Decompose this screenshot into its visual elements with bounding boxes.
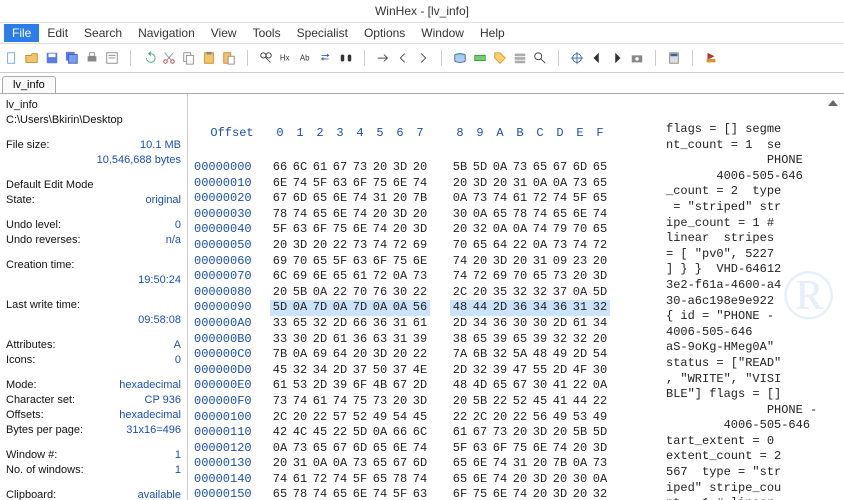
- clipboard-label: Clipboard:: [6, 488, 56, 500]
- tab-bar: lv_info: [0, 73, 844, 94]
- undo-rev-label: Undo reverses:: [6, 233, 81, 248]
- attributes: A: [174, 338, 181, 353]
- window-titlebar: WinHex - [lv_info]: [0, 0, 844, 23]
- charset-label: Character set:: [6, 393, 75, 408]
- help-icon[interactable]: [703, 50, 719, 66]
- find-icon[interactable]: [258, 50, 274, 66]
- clipboard: available: [138, 488, 181, 500]
- menu-help[interactable]: Help: [472, 24, 513, 42]
- mode: hexadecimal: [119, 378, 181, 393]
- window-no: 1: [175, 448, 181, 463]
- menu-navigation[interactable]: Navigation: [130, 24, 203, 42]
- filepath: C:\Users\Bkirin\Desktop: [6, 113, 123, 128]
- menu-search[interactable]: Search: [76, 24, 130, 42]
- tab-file[interactable]: lv_info: [2, 76, 56, 93]
- hex-view[interactable]: Offset01234567 89ABCDEF 00000000666C6167…: [188, 94, 844, 500]
- stack-icon[interactable]: [512, 50, 528, 66]
- svg-text:Ab: Ab: [300, 54, 310, 63]
- offsets-label: Offsets:: [6, 408, 44, 423]
- save-icon[interactable]: [44, 50, 60, 66]
- state-label: State:: [6, 193, 35, 208]
- menu-file[interactable]: File: [4, 24, 39, 42]
- print-icon[interactable]: [84, 50, 100, 66]
- search-icon[interactable]: [532, 50, 548, 66]
- toolbar: Hx Ab: [0, 44, 844, 73]
- menu-specialist[interactable]: Specialist: [289, 24, 356, 42]
- disk-icon[interactable]: [452, 50, 468, 66]
- binoculars-icon[interactable]: [338, 50, 354, 66]
- menubar: File Edit Search Navigation View Tools S…: [0, 23, 844, 44]
- bpp: 31x16=496: [126, 423, 181, 438]
- new-icon[interactable]: [4, 50, 20, 66]
- lastwrite-label: Last write time:: [6, 298, 80, 313]
- icons-label: Icons:: [6, 353, 35, 368]
- next-icon[interactable]: [609, 50, 625, 66]
- attr-label: Attributes:: [6, 338, 56, 353]
- state: original: [146, 193, 181, 208]
- undo-icon[interactable]: [141, 50, 157, 66]
- save-all-icon[interactable]: [64, 50, 80, 66]
- svg-text:Hx: Hx: [280, 54, 290, 63]
- find-text-icon[interactable]: Ab: [298, 50, 314, 66]
- edit-mode-label: Default Edit Mode: [6, 178, 93, 193]
- menu-edit[interactable]: Edit: [39, 24, 76, 42]
- replace-icon[interactable]: [318, 50, 334, 66]
- file-bytes: 10,546,688 bytes: [97, 153, 181, 168]
- bpp-label: Bytes per page:: [6, 423, 83, 438]
- filesize: 10.1 MB: [140, 138, 181, 153]
- creation-label: Creation time:: [6, 258, 74, 273]
- menu-tools[interactable]: Tools: [245, 24, 289, 42]
- ascii-column[interactable]: flags = [] segme nt_count = 1 se PHONE 4…: [666, 122, 838, 500]
- prev-icon[interactable]: [589, 50, 605, 66]
- scroll-up-icon[interactable]: [826, 96, 840, 110]
- charset: CP 936: [145, 393, 182, 408]
- undo-level-label: Undo level:: [6, 218, 61, 233]
- menu-view[interactable]: View: [203, 24, 245, 42]
- filesize-label: File size:: [6, 138, 49, 153]
- position-icon[interactable]: [569, 50, 585, 66]
- ram-icon[interactable]: [472, 50, 488, 66]
- calculator-icon[interactable]: [666, 50, 682, 66]
- offsets: hexadecimal: [119, 408, 181, 423]
- filename: lv_info: [6, 98, 38, 113]
- clipboard-icon[interactable]: [201, 50, 217, 66]
- creation-time: 19:50:24: [138, 273, 181, 288]
- paste-icon[interactable]: [221, 50, 237, 66]
- menu-window[interactable]: Window: [413, 24, 472, 42]
- copy-icon[interactable]: [181, 50, 197, 66]
- icons: 0: [175, 353, 181, 368]
- camera-icon[interactable]: [629, 50, 645, 66]
- info-panel: lv_info C:\Users\Bkirin\Desktop File siz…: [0, 94, 188, 500]
- window-title: WinHex - [lv_info]: [375, 4, 469, 18]
- mode-label: Mode:: [6, 378, 37, 393]
- no-windows-label: No. of windows:: [6, 463, 84, 478]
- back-icon[interactable]: [395, 50, 411, 66]
- undo-rev: n/a: [166, 233, 181, 248]
- lastwrite-time: 09:58:08: [138, 313, 181, 328]
- find-hex-icon[interactable]: Hx: [278, 50, 294, 66]
- menu-options[interactable]: Options: [356, 24, 413, 42]
- window-no-label: Window #:: [6, 448, 57, 463]
- goto-icon[interactable]: [375, 50, 391, 66]
- forward-icon[interactable]: [415, 50, 431, 66]
- undo-level: 0: [175, 218, 181, 233]
- cut-icon[interactable]: [161, 50, 177, 66]
- tag-icon[interactable]: [492, 50, 508, 66]
- open-icon[interactable]: [24, 50, 40, 66]
- properties-icon[interactable]: [104, 50, 120, 66]
- no-windows: 1: [175, 463, 181, 478]
